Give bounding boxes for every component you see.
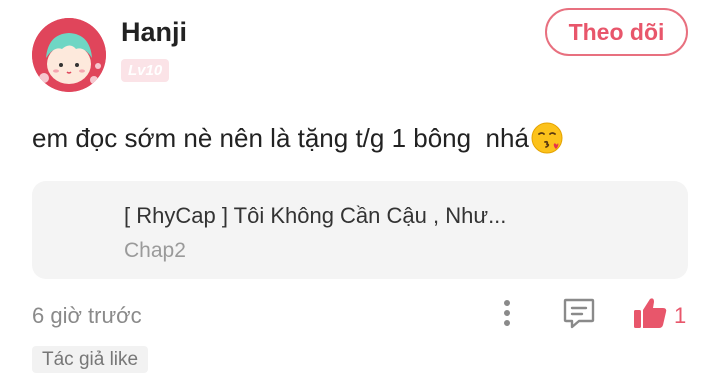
follow-button[interactable]: Theo dõi: [545, 8, 688, 56]
like-count: 1: [674, 303, 687, 328]
story-card[interactable]: [ RhyCap ] Tôi Không Cần Cậu , Như... Ch…: [32, 181, 688, 279]
thumbs-up-icon[interactable]: [632, 296, 668, 330]
avatar[interactable]: [32, 18, 106, 92]
story-chapter: Chap2: [124, 239, 186, 262]
reply-icon[interactable]: [562, 296, 596, 330]
kiss-emoji-icon: [531, 122, 563, 154]
comment-body: em đọc sớm nè nên là tặng t/g 1 bông nhá: [32, 122, 529, 153]
author-like-badge: Tác giả like: [32, 346, 149, 373]
more-vertical-icon[interactable]: [497, 298, 517, 328]
level-badge: Lv10: [121, 59, 170, 82]
comment-text: em đọc sớm nè nên là tặng t/g 1 bông nhá: [32, 121, 565, 155]
timestamp: 6 giờ trước: [32, 303, 142, 328]
username[interactable]: Hanji: [121, 17, 187, 48]
story-title[interactable]: [ RhyCap ] Tôi Không Cần Cậu , Như...: [124, 203, 506, 229]
